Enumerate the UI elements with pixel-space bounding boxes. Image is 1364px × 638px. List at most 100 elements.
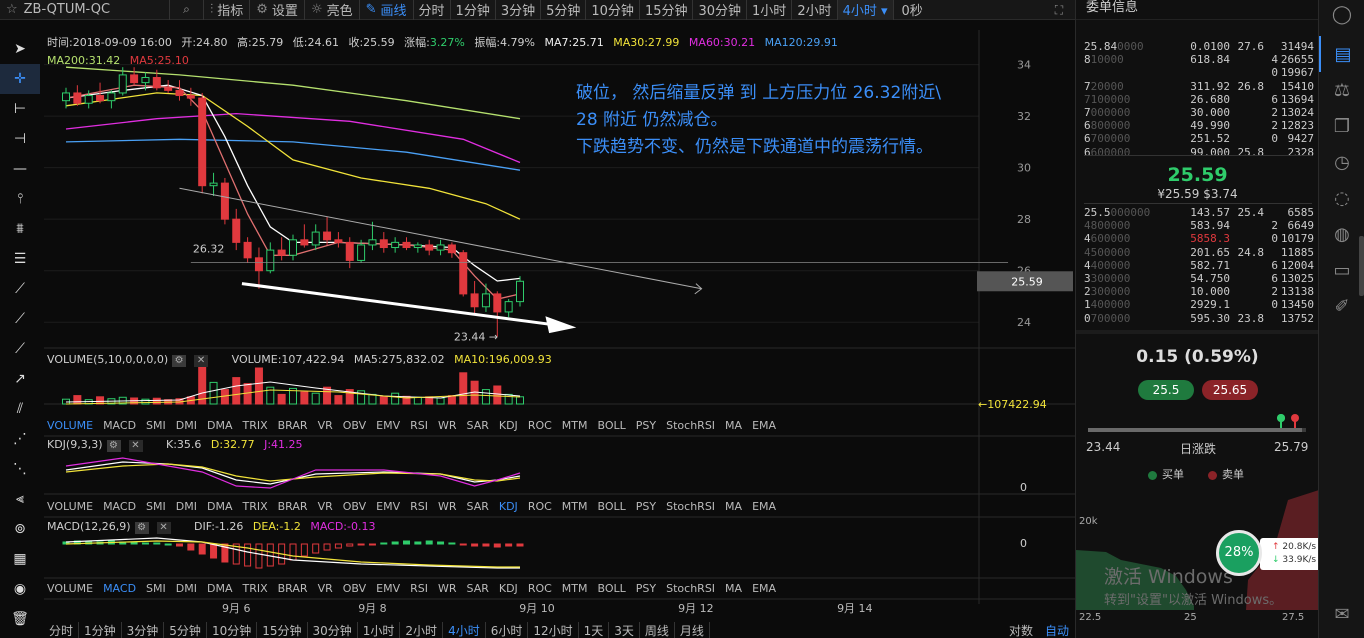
- indicator-tab-brar[interactable]: BRAR: [278, 582, 308, 595]
- indicator-tab-kdj[interactable]: KDJ: [499, 500, 518, 513]
- period-tab-4[interactable]: 10分钟: [586, 0, 640, 20]
- indicator-tab-smi[interactable]: SMI: [146, 500, 166, 513]
- indicator-tab-macd[interactable]: MACD: [103, 582, 136, 595]
- bottom-period-5[interactable]: 15分钟: [257, 621, 308, 638]
- period-tab-6[interactable]: 30分钟: [693, 0, 748, 20]
- parallel-channel-tool[interactable]: ☰: [0, 244, 40, 274]
- bid-row[interactable]: 2300000 10.000 2 13138: [1084, 285, 1314, 298]
- bottom-period-8[interactable]: 2小时: [400, 621, 444, 638]
- bottom-period-6[interactable]: 30分钟: [308, 621, 358, 638]
- indicator-tab-psy[interactable]: PSY: [636, 419, 656, 432]
- indicator-tab-volume[interactable]: VOLUME: [47, 419, 93, 432]
- bottom-period-1[interactable]: 1分钟: [79, 621, 122, 638]
- horizontal-ray-tool[interactable]: ⊣: [0, 124, 40, 154]
- indicator-tab-boll[interactable]: BOLL: [598, 582, 626, 595]
- indicator-tab-sar[interactable]: SAR: [467, 582, 489, 595]
- fib-tool[interactable]: ⫽: [0, 394, 40, 424]
- id-card-icon[interactable]: ▭: [1319, 252, 1364, 288]
- indicator-tab-wr[interactable]: WR: [438, 419, 457, 432]
- auction-icon[interactable]: ⚖: [1319, 72, 1364, 108]
- pitchfork-tool[interactable]: ⫷: [0, 484, 40, 514]
- gear-icon[interactable]: ⚙: [172, 355, 187, 367]
- bid-row[interactable]: 4400000 582.71 6 12004: [1084, 259, 1314, 272]
- gear-icon[interactable]: ⚙: [134, 522, 149, 534]
- price-line-tool[interactable]: ⩩: [0, 214, 40, 244]
- bid-row[interactable]: 4500000 201.65 24.8 11885: [1084, 246, 1314, 259]
- close-icon[interactable]: ✕: [194, 355, 209, 367]
- indicator-tab-trix[interactable]: TRIX: [242, 419, 267, 432]
- indicator-tab-roc[interactable]: ROC: [528, 419, 552, 432]
- best-bid-button[interactable]: 25.5: [1138, 380, 1194, 400]
- bottom-period-12[interactable]: 1天: [579, 621, 610, 638]
- bid-row[interactable]: 0700000 595.30 23.8 13752: [1084, 312, 1314, 325]
- ask-row[interactable]: 7100000 26.680 6 13694: [1084, 93, 1314, 106]
- indicator-tab-trix[interactable]: TRIX: [242, 500, 267, 513]
- bid-row[interactable]: 3300000 54.750 6 13025: [1084, 272, 1314, 285]
- search-button[interactable]: ⌕: [170, 0, 204, 20]
- arrow-tool[interactable]: ↗: [0, 364, 40, 394]
- indicator-tab-mtm[interactable]: MTM: [562, 582, 588, 595]
- log-scale-button[interactable]: 对数: [1003, 622, 1039, 638]
- indicator-tab-vr[interactable]: VR: [318, 500, 333, 513]
- indicator-tab-ma[interactable]: MA: [725, 582, 742, 595]
- bottom-period-15[interactable]: 月线: [675, 621, 710, 638]
- indicator-tab-vr[interactable]: VR: [318, 419, 333, 432]
- spiral-tool[interactable]: ⊚: [0, 514, 40, 544]
- draw-button[interactable]: ✎ 画线: [360, 0, 414, 20]
- scrollbar[interactable]: [1359, 236, 1364, 296]
- indicator-tab-wr[interactable]: WR: [438, 582, 457, 595]
- indicator-tab-ma[interactable]: MA: [725, 419, 742, 432]
- trend-line-tool[interactable]: ⟋: [0, 274, 40, 304]
- indicator-tab-dmi[interactable]: DMI: [176, 582, 197, 595]
- indicator-tab-emv[interactable]: EMV: [376, 419, 400, 432]
- indicator-tab-sar[interactable]: SAR: [467, 419, 489, 432]
- indicator-tab-dmi[interactable]: DMI: [176, 419, 197, 432]
- bid-row[interactable]: 25.5000000 143.57 25.4 6585: [1084, 206, 1314, 219]
- cursor-tool[interactable]: ➤: [0, 34, 40, 64]
- bottom-period-14[interactable]: 周线: [640, 621, 675, 638]
- mail-icon[interactable]: ✉: [1319, 596, 1364, 632]
- indicator-tab-rsi[interactable]: RSI: [410, 500, 428, 513]
- gear-icon[interactable]: ⚙: [106, 440, 121, 452]
- user-icon[interactable]: ◯: [1319, 0, 1364, 28]
- ask-row[interactable]: 0 19967: [1084, 66, 1314, 79]
- period-tab-0[interactable]: 分时: [414, 0, 451, 20]
- settings-button[interactable]: ⚙ 设置: [250, 0, 305, 20]
- indicator-tab-smi[interactable]: SMI: [146, 582, 166, 595]
- chat-icon[interactable]: ◌: [1319, 180, 1364, 216]
- indicator-tab-obv[interactable]: OBV: [343, 582, 366, 595]
- indicator-tab-stochrsi[interactable]: StochRSI: [666, 500, 715, 513]
- vertical-line-tool[interactable]: ⫯: [0, 184, 40, 214]
- symbol-selector[interactable]: ☆ ZB-QTUM-QC: [0, 0, 170, 20]
- indicator-tab-vr[interactable]: VR: [318, 582, 333, 595]
- bottom-period-9[interactable]: 4小时: [443, 621, 486, 638]
- period-tab-7[interactable]: 1小时: [747, 0, 793, 20]
- indicator-tab-obv[interactable]: OBV: [343, 500, 366, 513]
- indicator-tab-volume[interactable]: VOLUME: [47, 582, 93, 595]
- theme-button[interactable]: ☼ 亮色: [305, 0, 360, 20]
- ask-row[interactable]: 6800000 49.990 2 12823: [1084, 119, 1314, 132]
- clock-icon[interactable]: ◷: [1319, 144, 1364, 180]
- visibility-tool[interactable]: ◉: [0, 574, 40, 604]
- close-icon[interactable]: ✕: [128, 440, 143, 452]
- indicator-tab-boll[interactable]: BOLL: [598, 419, 626, 432]
- indicator-tab-volume[interactable]: VOLUME: [47, 500, 93, 513]
- horizontal-line-tool[interactable]: —: [0, 154, 40, 184]
- bottom-period-11[interactable]: 12小时: [528, 621, 579, 638]
- crosshair-tool[interactable]: ✛: [0, 64, 40, 94]
- indicator-tab-emv[interactable]: EMV: [376, 500, 400, 513]
- indicator-tab-obv[interactable]: OBV: [343, 419, 366, 432]
- ask-row[interactable]: 720000 311.92 26.8 15410: [1084, 80, 1314, 93]
- indicator-tab-wr[interactable]: WR: [438, 500, 457, 513]
- indicator-tab-stochrsi[interactable]: StochRSI: [666, 419, 715, 432]
- indicator-tab-ema[interactable]: EMA: [752, 419, 776, 432]
- indicator-tab-roc[interactable]: ROC: [528, 582, 552, 595]
- indicator-tab-kdj[interactable]: KDJ: [499, 582, 518, 595]
- close-icon[interactable]: ✕: [156, 522, 171, 534]
- period-tab-9[interactable]: 4小时 ▾: [837, 0, 894, 20]
- auto-scale-button[interactable]: 自动: [1039, 622, 1075, 638]
- measure-tool[interactable]: ▦: [0, 544, 40, 574]
- period-tab-3[interactable]: 5分钟: [541, 0, 587, 20]
- ask-row[interactable]: 6700000 251.52 0 9427: [1084, 132, 1314, 145]
- indicator-tab-trix[interactable]: TRIX: [242, 582, 267, 595]
